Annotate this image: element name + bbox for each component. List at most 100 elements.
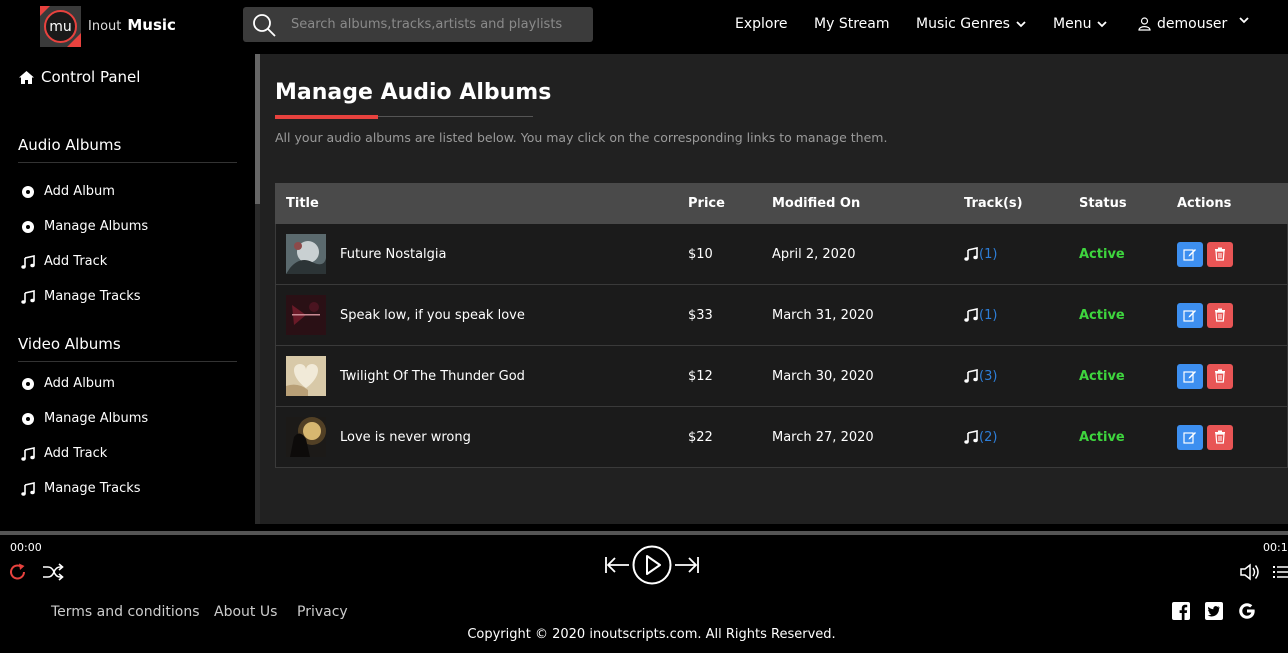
seek-bar[interactable] (0, 531, 1288, 535)
music-note-icon (964, 308, 978, 322)
album-title-cell: Twilight Of The Thunder God (286, 346, 525, 406)
user-dropdown-toggle[interactable] (1239, 16, 1249, 24)
edit-button[interactable] (1177, 424, 1203, 450)
album-price: $33 (688, 307, 713, 323)
search-icon[interactable] (251, 12, 277, 38)
page-title: Manage Audio Albums (275, 80, 552, 105)
album-tracks[interactable]: (3) (964, 346, 997, 406)
column-header-status: Status (1079, 196, 1127, 211)
sidebar-item-audio-add-track[interactable]: Add Track (20, 254, 107, 269)
delete-button[interactable] (1207, 363, 1233, 389)
album-cover[interactable] (286, 234, 326, 274)
copyright-text: Copyright © 2020 inoutscripts.com. All R… (467, 627, 836, 642)
status-badge: Active (1079, 429, 1125, 445)
album-modified: March 27, 2020 (772, 429, 874, 445)
sidebar-item-label: Add Track (44, 254, 108, 269)
sidebar-item-label: Manage Albums (44, 411, 149, 426)
track-count[interactable]: (1) (979, 247, 997, 262)
track-count[interactable]: (3) (979, 369, 997, 384)
repeat-icon[interactable] (8, 562, 28, 582)
row-actions (1177, 407, 1237, 467)
facebook-icon[interactable] (1172, 602, 1190, 620)
edit-button[interactable] (1177, 241, 1203, 267)
total-time: 00:14 (1263, 541, 1288, 554)
delete-button[interactable] (1207, 302, 1233, 328)
google-icon[interactable] (1238, 602, 1256, 620)
nav-user[interactable]: demouser (1138, 16, 1227, 32)
row-actions (1177, 346, 1237, 406)
footer-link-terms[interactable]: Terms and conditions (51, 604, 200, 620)
track-count[interactable]: (2) (979, 430, 997, 445)
logo[interactable]: mu (40, 6, 81, 47)
disc-icon (22, 412, 34, 425)
page-subtitle: All your audio albums are listed below. … (275, 130, 888, 145)
album-cover[interactable] (286, 417, 326, 457)
current-time: 00:00 (10, 541, 42, 554)
track-count[interactable]: (1) (979, 308, 997, 323)
column-header-price: Price (688, 196, 725, 211)
album-title-cell: Speak low, if you speak love (286, 285, 525, 345)
album-title[interactable]: Twilight Of The Thunder God (340, 369, 525, 384)
status-badge: Active (1079, 307, 1125, 323)
disc-icon (22, 185, 34, 198)
trash-icon (1215, 430, 1225, 444)
album-title[interactable]: Love is never wrong (340, 430, 471, 445)
album-tracks[interactable]: (2) (964, 407, 997, 467)
delete-button[interactable] (1207, 241, 1233, 267)
edit-button[interactable] (1177, 302, 1203, 328)
album-title-cell: Love is never wrong (286, 407, 471, 467)
sidebar-item-audio-manage-albums[interactable]: Manage Albums (20, 219, 148, 234)
edit-icon (1183, 432, 1196, 444)
sidebar-divider (18, 361, 237, 362)
album-modified: March 31, 2020 (772, 307, 874, 323)
brand-name[interactable]: Inout Music (88, 16, 176, 34)
nav-music-genres[interactable]: Music Genres (916, 16, 1026, 32)
music-note-icon (21, 289, 35, 304)
previous-track-icon[interactable] (604, 556, 630, 574)
album-modified: March 30, 2020 (772, 368, 874, 384)
trash-icon (1215, 369, 1225, 383)
main-content: Manage Audio Albums All your audio album… (260, 54, 1288, 524)
sidebar-item-video-manage-albums[interactable]: Manage Albums (20, 411, 148, 426)
next-track-icon[interactable] (674, 556, 700, 574)
album-title[interactable]: Speak low, if you speak love (340, 308, 525, 323)
album-cover[interactable] (286, 356, 326, 396)
nav-my-stream[interactable]: My Stream (814, 16, 889, 32)
music-note-icon (21, 481, 35, 496)
sidebar-item-video-add-album[interactable]: Add Album (20, 376, 115, 391)
nav-music-genres-label: Music Genres (916, 16, 1010, 32)
album-tracks[interactable]: (1) (964, 285, 997, 345)
sidebar-item-video-add-track[interactable]: Add Track (20, 446, 107, 461)
row-actions (1177, 224, 1237, 284)
table-header: Title Price Modified On Track(s) Status … (275, 183, 1288, 224)
playlist-icon[interactable] (1273, 564, 1288, 580)
album-price: $12 (688, 368, 713, 384)
footer-link-privacy[interactable]: Privacy (297, 604, 348, 620)
edit-button[interactable] (1177, 363, 1203, 389)
home-icon (19, 70, 34, 84)
volume-icon[interactable] (1239, 562, 1261, 582)
footer: Terms and conditions About Us Privacy Co… (0, 594, 1288, 653)
nav-explore[interactable]: Explore (735, 16, 788, 32)
twitter-icon[interactable] (1205, 602, 1223, 620)
nav-my-stream-label: My Stream (814, 16, 890, 32)
sidebar-item-label: Add Album (44, 376, 115, 391)
album-tracks[interactable]: (1) (964, 224, 997, 284)
sidebar-item-audio-manage-tracks[interactable]: Manage Tracks (20, 289, 141, 304)
music-note-icon (964, 247, 978, 261)
album-title[interactable]: Future Nostalgia (340, 247, 447, 262)
footer-link-about[interactable]: About Us (214, 604, 277, 620)
edit-icon (1183, 371, 1196, 383)
sidebar-item-audio-add-album[interactable]: Add Album (20, 184, 115, 199)
search-input[interactable] (291, 7, 586, 42)
nav-menu[interactable]: Menu (1053, 16, 1108, 32)
table-row: Twilight Of The Thunder God $12 March 30… (275, 346, 1288, 407)
album-cover[interactable] (286, 295, 326, 335)
sidebar-control-panel[interactable]: Control Panel (18, 68, 140, 86)
nav-menu-label: Menu (1053, 16, 1092, 32)
delete-button[interactable] (1207, 424, 1233, 450)
sidebar-item-video-manage-tracks[interactable]: Manage Tracks (20, 481, 141, 496)
sidebar-heading-video: Video Albums (18, 335, 121, 353)
play-button[interactable] (632, 545, 672, 585)
shuffle-icon[interactable] (42, 562, 64, 582)
